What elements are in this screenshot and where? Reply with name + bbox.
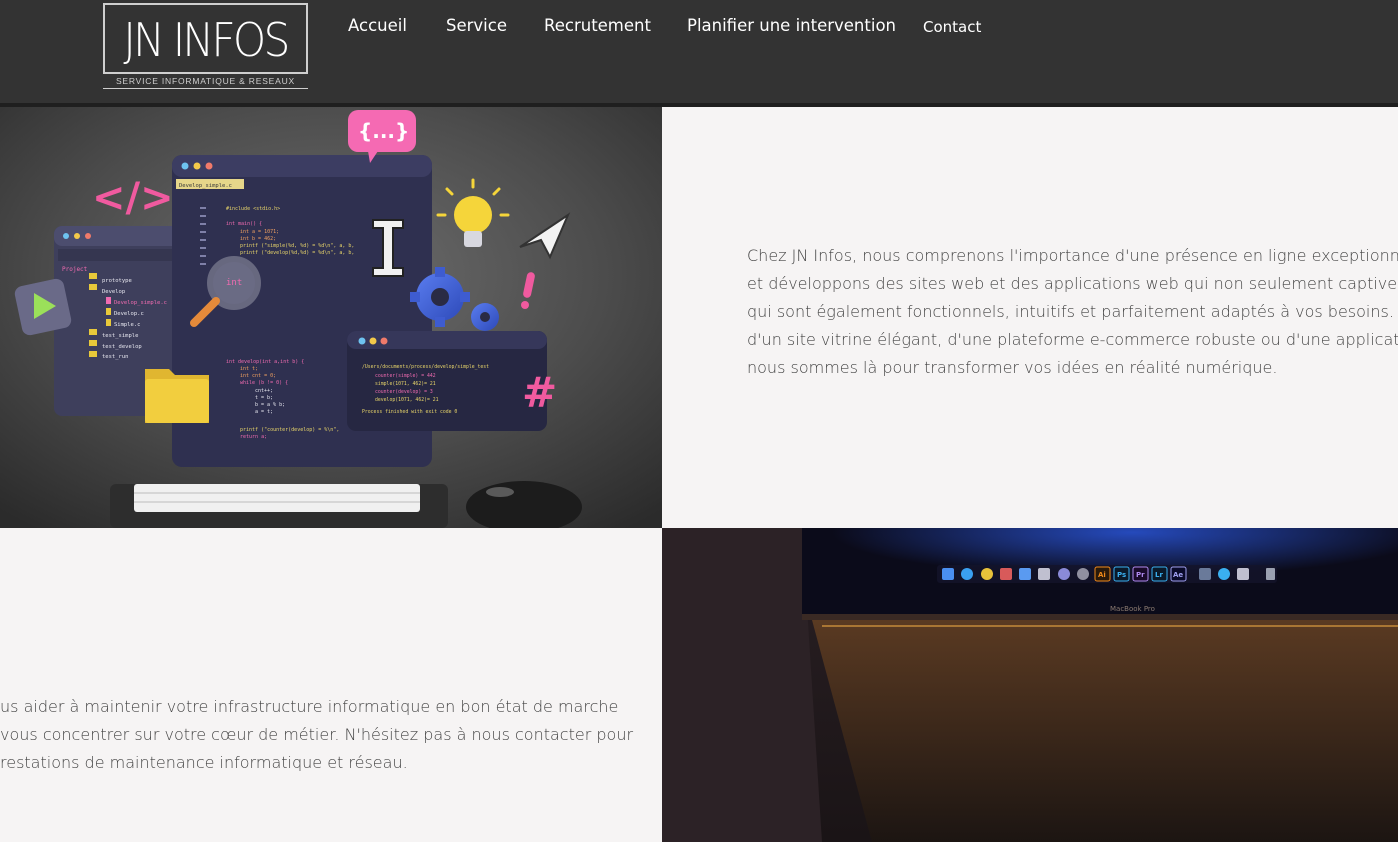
svg-text:int b = 462;: int b = 462; [240, 236, 276, 242]
tree-develop-c: Develop.c [114, 311, 144, 317]
svg-text:develop(1071, 462)= 21: develop(1071, 462)= 21 [375, 397, 439, 403]
svg-text:Pr: Pr [1136, 571, 1145, 579]
logo-tagline: SERVICE INFORMATIQUE & RESEAUX [103, 76, 308, 89]
svg-text:printf ("counter(develop) = %\: printf ("counter(develop) = %\n", [240, 427, 339, 433]
svg-text:cnt++;: cnt++; [255, 388, 273, 394]
svg-text:int t;: int t; [240, 366, 258, 372]
nav-service[interactable]: Service [446, 16, 507, 35]
svg-text:/Users/documents/process/devel: /Users/documents/process/develop/simple_… [362, 364, 489, 370]
tree-test-develop: test_develop [102, 344, 142, 350]
svg-text:Process finished with exit cod: Process finished with exit code 0 [362, 409, 457, 415]
keyboard [110, 484, 448, 528]
play-icon [14, 278, 72, 336]
svg-text:Lr: Lr [1155, 571, 1163, 579]
svg-text:int main() {: int main() { [226, 221, 262, 227]
tree-develop: Develop [102, 289, 125, 295]
svg-text:int cnt = 0;: int cnt = 0; [240, 373, 276, 379]
svg-text:Ai: Ai [1098, 571, 1106, 579]
svg-text:a = t;: a = t; [255, 409, 273, 415]
bubble-text: {...} [358, 119, 409, 143]
hash-icon: # [522, 368, 557, 417]
code-tag-icon: </> [92, 175, 174, 221]
maintenance-section: us aider à maintenir votre infrastructur… [0, 528, 662, 842]
svg-text:simple(1071, 462)= 21: simple(1071, 462)= 21 [375, 381, 436, 387]
svg-text:t = b;: t = b; [255, 395, 273, 401]
code-tab: Develop_simple.c [179, 183, 232, 189]
svg-text:printf ("develop(%d,%d) = %d\n: printf ("develop(%d,%d) = %d\n", a, b, [240, 250, 354, 256]
svg-text:Ae: Ae [1173, 571, 1183, 579]
logo[interactable]: JN INFOS [103, 3, 308, 74]
tree-test-simple: test_simple [102, 333, 138, 339]
lens-label: int [226, 278, 242, 288]
tree-develop-simple: Develop_simple.c [114, 300, 167, 306]
laptop-photo: MacBook Pro Ai Ps Pr Lr Ae [662, 528, 1398, 842]
svg-text:b = a % b;: b = a % b; [255, 402, 285, 408]
svg-text:Ps: Ps [1117, 571, 1126, 579]
terminal-window: /Users/documents/process/develop/simple_… [347, 331, 547, 431]
tree-simple-c: Simple.c [114, 322, 141, 328]
svg-text:int a = 1071;: int a = 1071; [240, 229, 279, 235]
logo-text: JN INFOS [123, 13, 290, 67]
tree-project: Project [62, 266, 88, 273]
svg-text:#include <stdio.h>: #include <stdio.h> [226, 206, 280, 212]
nav-recrutement[interactable]: Recrutement [544, 16, 651, 35]
svg-text:printf ("simple(%d, %d) = %d\n: printf ("simple(%d, %d) = %d\n", a, b, [240, 243, 354, 249]
svg-text:while (b != 0) {: while (b != 0) { [240, 380, 288, 386]
svg-text:counter(develop) = 3: counter(develop) = 3 [375, 389, 433, 395]
svg-text:int develop(int a,int b) {: int develop(int a,int b) { [226, 359, 304, 365]
tree-prototype: prototype [102, 278, 132, 284]
nav-planifier-intervention[interactable]: Planifier une intervention [687, 16, 896, 35]
tree-test-run: test_run [102, 354, 129, 360]
laptop-label: MacBook Pro [1110, 605, 1155, 613]
maintenance-text: us aider à maintenir votre infrastructur… [0, 697, 634, 772]
dock: Ai Ps Pr Lr Ae [937, 565, 1277, 583]
svg-text:return a;: return a; [240, 434, 267, 440]
svg-text:counter(simple) = 442: counter(simple) = 442 [375, 373, 436, 379]
site-header: JN INFOS SERVICE INFORMATIQUE & RESEAUX … [0, 0, 1398, 103]
folder-icon [145, 369, 209, 423]
web-development-section: Chez JN Infos, nous comprenons l'importa… [662, 107, 1398, 528]
web-development-illustration: Project prototype Develop Develop_simple… [0, 107, 662, 528]
nav-accueil[interactable]: Accueil [348, 16, 407, 35]
web-development-text: Chez JN Infos, nous comprenons l'importa… [747, 246, 1398, 377]
nav-contact[interactable]: Contact [923, 18, 981, 36]
